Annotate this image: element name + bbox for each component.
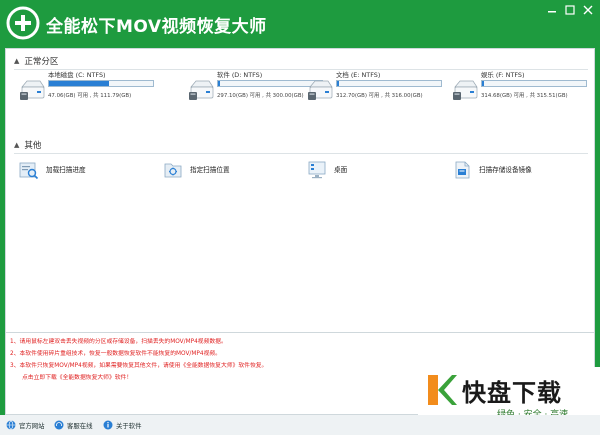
note-line: 3、本软件只恢复MOV/MP4视频，如果需要恢复其他文件，请使用《全能数据恢复大… [10, 363, 268, 369]
watermark-logo-icon [428, 375, 457, 405]
note-line: 2、本软件使用碎片重组技术，恢复一般数据恢复软件不能恢复的MOV/MP4视频。 [10, 351, 221, 357]
drive-usage-bar [481, 80, 587, 87]
headset-icon [54, 420, 64, 430]
section-divider [14, 153, 588, 154]
watermark-brand: 快盘下载 [462, 379, 562, 407]
status-bar: 官方网站 客服在线 关于软件 [0, 415, 600, 435]
drive-name: 娱乐 (F: NTFS) [481, 71, 525, 79]
drive-size: 297.10(GB) 可用 , 共 300.00(GB) [217, 93, 304, 99]
website-link[interactable]: 官方网站 [6, 419, 45, 431]
expand-triangle-icon[interactable]: ▲ [14, 141, 19, 149]
app-logo-icon [6, 6, 40, 40]
about-link[interactable]: 关于软件 [103, 419, 142, 431]
tool-load-progress[interactable]: 加载扫描进度 [19, 159, 129, 181]
drive-size: 47.06(GB) 可用 , 共 111.79(GB) [48, 93, 132, 99]
scan-location-icon [164, 163, 182, 178]
hard-drive-icon [189, 80, 214, 100]
tool-label: 加载扫描进度 [46, 166, 86, 174]
support-label: 客服在线 [67, 421, 93, 430]
app-title: 全能松下MOV视频恢复大师 [46, 17, 267, 37]
website-label: 官方网站 [19, 421, 45, 430]
drive-usage-bar [336, 80, 442, 87]
about-label: 关于软件 [116, 421, 142, 430]
globe-icon [6, 420, 16, 430]
desktop-icon [308, 161, 326, 179]
tool-label: 桌面 [334, 166, 348, 174]
download-link[interactable]: 点击立即下载《全能数据恢复大师》软件！ [22, 372, 132, 381]
close-icon[interactable] [579, 2, 597, 18]
drive-tile[interactable]: 本地磁盘 (C: NTFS) 47.06(GB) 可用 , 共 111.79(GB… [19, 70, 154, 110]
support-link[interactable]: 客服在线 [54, 419, 93, 431]
hard-drive-icon [20, 80, 45, 100]
tool-label: 扫描存储设备镜像 [479, 166, 532, 174]
minimize-icon[interactable] [543, 2, 561, 18]
drive-size: 312.70(GB) 可用 , 共 316.00(GB) [336, 93, 423, 99]
tool-disk-image[interactable]: 扫描存储设备镜像 [452, 159, 572, 181]
other-section-header: ▲ 其他 [14, 137, 41, 153]
drive-size: 314.68(GB) 可用 , 共 315.51(GB) [481, 93, 568, 99]
expand-triangle-icon[interactable]: ▲ [14, 57, 19, 65]
drive-name: 软件 (D: NTFS) [217, 71, 263, 79]
tool-scan-location[interactable]: 指定扫描位置 [163, 159, 273, 181]
info-icon [103, 420, 113, 430]
note-line: 1、请用鼠标左建双击丢失视频的分区或存储设备，扫描丢失的MOV/MP4视频数据。 [10, 339, 227, 345]
tool-desktop[interactable]: 桌面 [307, 159, 387, 181]
drive-tile[interactable]: 娱乐 (F: NTFS) 314.68(GB) 可用 , 共 315.51(GB) [452, 70, 587, 110]
tool-label: 指定扫描位置 [190, 166, 230, 174]
drive-tile[interactable]: 软件 (D: NTFS) 297.10(GB) 可用 , 共 300.00(GB) [188, 70, 323, 110]
drive-usage-fill [218, 81, 221, 86]
main-panel: ▲ 正常分区 本地磁盘 (C: NTFS) 47.06(GB) 可用 , 共 11… [5, 48, 595, 333]
drive-usage-fill [482, 81, 485, 86]
drive-name: 文档 (E: NTFS) [336, 71, 381, 79]
load-progress-icon [19, 162, 39, 180]
drive-usage-fill [337, 81, 340, 86]
partitions-section-header: ▲ 正常分区 [14, 53, 58, 69]
drive-name: 本地磁盘 (C: NTFS) [48, 71, 106, 79]
title-bar: 全能松下MOV视频恢复大师 [0, 0, 600, 47]
disk-image-icon [455, 161, 470, 179]
partitions-section-title: 正常分区 [24, 57, 59, 67]
drive-tile[interactable]: 文档 (E: NTFS) 312.70(GB) 可用 , 共 316.00(GB) [307, 70, 442, 110]
hard-drive-icon [308, 80, 333, 100]
drive-usage-fill [49, 81, 110, 86]
hard-drive-icon [453, 80, 478, 100]
drive-usage-bar [48, 80, 154, 87]
maximize-icon[interactable] [561, 2, 579, 18]
other-section-title: 其他 [24, 141, 42, 151]
